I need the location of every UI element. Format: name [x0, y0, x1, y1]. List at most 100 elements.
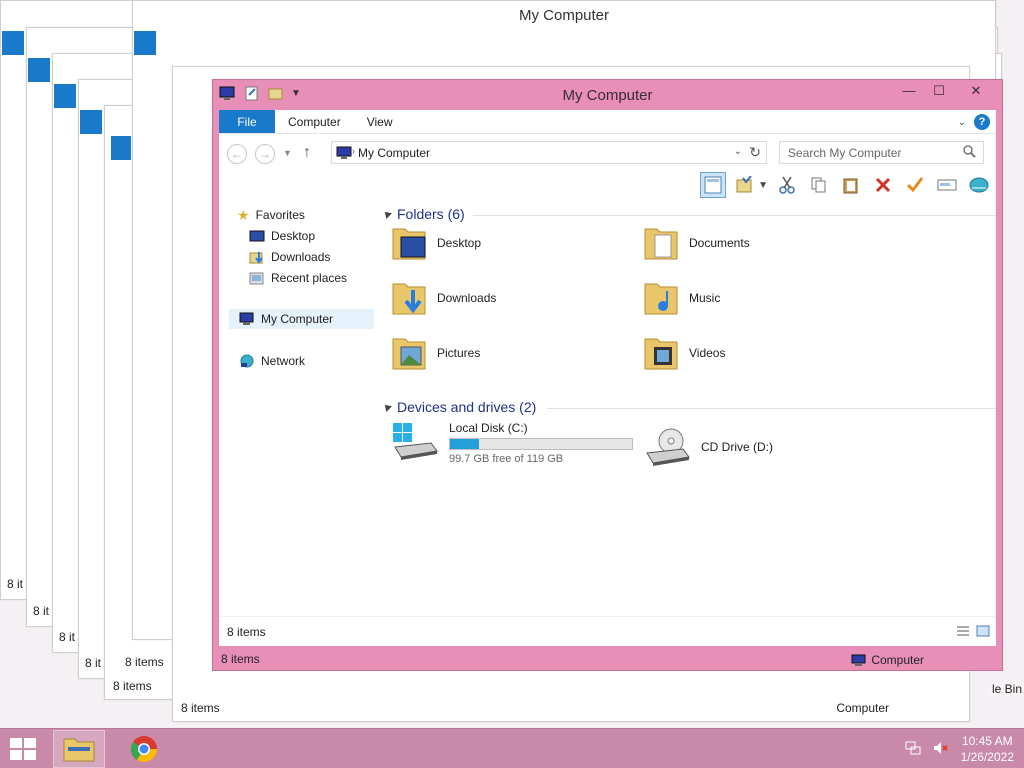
taskbar-file-explorer[interactable]	[53, 730, 105, 768]
ghost-file-tab	[80, 110, 102, 134]
address-row: ← → ▼ ↑ › My Computer ⌄ ↻ Search My Comp…	[219, 140, 996, 168]
forward-button[interactable]: →	[255, 144, 275, 164]
desktop-folder-icon	[391, 223, 427, 263]
ghost-file-tab	[2, 31, 24, 55]
local-disk-label: Local Disk (C:)	[449, 421, 528, 435]
network-icon	[239, 354, 255, 368]
folder-pictures[interactable]: Pictures	[391, 333, 480, 373]
help-button[interactable]: ?	[974, 114, 990, 130]
nav-network[interactable]: Network	[239, 351, 305, 371]
recent-locations-chevron-icon[interactable]: ▼	[283, 148, 292, 158]
nav-recent-places[interactable]: Recent places	[249, 268, 347, 288]
tab-computer[interactable]: Computer	[275, 110, 354, 133]
window-controls: — ☐ ✕	[894, 81, 998, 101]
navigation-pane: ★ Favorites Desktop Downloads Recent pla…	[229, 205, 379, 616]
nav-desktop[interactable]: Desktop	[249, 226, 315, 246]
nav-my-computer[interactable]: My Computer	[229, 309, 374, 329]
taskbar-chrome[interactable]	[118, 730, 170, 768]
status-location: Computer	[851, 653, 924, 667]
close-button[interactable]: ✕	[954, 81, 998, 101]
folder-desktop[interactable]: Desktop	[391, 223, 481, 263]
ghost-status-count: 8 items	[125, 655, 164, 669]
tab-file[interactable]: File	[219, 110, 275, 133]
back-button[interactable]: ←	[227, 144, 247, 164]
view-options-button[interactable]	[732, 172, 758, 198]
nav-favorites[interactable]: ★ Favorites	[237, 205, 305, 225]
details-view-icon[interactable]	[956, 625, 970, 640]
star-icon: ★	[237, 206, 250, 223]
status-location-label: Computer	[871, 653, 924, 667]
up-button[interactable]: ↑	[303, 144, 311, 162]
folder-documents[interactable]: Documents	[643, 223, 750, 263]
ghost-status-count-2: 8 items	[113, 679, 152, 693]
folders-group-header[interactable]: Folders (6)	[382, 206, 465, 222]
downloads-folder-icon	[391, 278, 427, 318]
copy-button[interactable]	[806, 172, 832, 198]
folder-music[interactable]: Music	[643, 278, 720, 318]
delete-button[interactable]	[870, 172, 896, 198]
nav-my-computer-label: My Computer	[261, 312, 334, 326]
tab-view[interactable]: View	[354, 110, 406, 133]
volume-muted-icon[interactable]	[933, 741, 949, 758]
windows-logo-icon	[10, 738, 36, 760]
ghost-status-count: 8 it	[59, 630, 76, 644]
nav-downloads[interactable]: Downloads	[249, 247, 330, 267]
folder-music-label: Music	[689, 291, 721, 305]
drive-local-c[interactable]: Local Disk (C:) 99.7 GB free of 119 GB	[391, 421, 633, 465]
ghost-status-count: 8 it	[33, 604, 50, 618]
collapse-triangle-icon	[382, 209, 392, 219]
cut-button[interactable]	[774, 172, 800, 198]
ghost-status-count: 8 it	[7, 577, 24, 591]
devices-group-header[interactable]: Devices and drives (2)	[382, 399, 536, 415]
address-dropdown-icon[interactable]: ⌄	[734, 146, 742, 157]
select-check-button[interactable]	[902, 172, 928, 198]
local-disk-usage-bar	[449, 438, 633, 450]
search-input[interactable]: Search My Computer	[779, 141, 984, 164]
ghost-status-count: 8 items	[181, 701, 220, 715]
view-mode-buttons	[956, 625, 990, 640]
start-button[interactable]	[8, 736, 38, 762]
expand-ribbon-chevron-icon[interactable]: ⌄	[958, 117, 966, 128]
clock-date: 1/26/2022	[960, 750, 1014, 764]
ghost-file-tab	[111, 136, 131, 160]
computer-nav-icon	[239, 312, 255, 326]
rename-button[interactable]	[934, 172, 960, 198]
large-icons-view-icon[interactable]	[976, 625, 990, 640]
address-bar[interactable]: › My Computer ⌄ ↻	[331, 141, 767, 164]
minimize-button[interactable]: —	[894, 81, 924, 101]
taskbar: 10:45 AM 1/26/2022	[0, 728, 1024, 768]
folders-divider	[473, 215, 996, 216]
view-options-chevron-icon[interactable]: ▼	[758, 180, 768, 191]
recycle-bin-label[interactable]: le Bin	[989, 682, 1024, 696]
inner-item-count: 8 items	[227, 625, 266, 639]
status-item-count: 8 items	[221, 652, 260, 666]
nav-favorites-label: Favorites	[255, 208, 305, 222]
desktop-icon	[249, 229, 265, 243]
titlebar: ▼ My Computer — ☐ ✕	[213, 80, 1002, 110]
window-title: My Computer	[562, 87, 653, 104]
maximize-button[interactable]: ☐	[924, 81, 954, 101]
file-explorer-icon	[63, 738, 95, 762]
search-placeholder: Search My Computer	[788, 146, 902, 160]
nav-downloads-label: Downloads	[271, 250, 331, 264]
folder-videos[interactable]: Videos	[643, 333, 725, 373]
videos-folder-icon	[643, 333, 679, 373]
folder-downloads[interactable]: Downloads	[391, 278, 496, 318]
content-pane: Folders (6) Desktop Documents Downloads	[379, 205, 996, 616]
clock-time: 10:45 AM	[961, 734, 1013, 748]
clock[interactable]: 10:45 AM 1/26/2022	[961, 733, 1014, 765]
drive-cd-d[interactable]: CD Drive (D:)	[643, 427, 773, 467]
ghost-status-count: 8 it	[85, 656, 102, 670]
collapse-triangle-icon	[382, 402, 392, 412]
preview-pane-button[interactable]	[700, 172, 727, 198]
inner-status-bar: 8 items	[219, 616, 996, 646]
downloads-icon	[249, 250, 265, 264]
network-tray-icon[interactable]	[905, 741, 921, 758]
local-disk-icon	[391, 421, 439, 461]
pictures-folder-icon	[391, 333, 427, 373]
address-text: My Computer	[358, 146, 431, 160]
paste-button[interactable]	[838, 172, 864, 198]
window-client: File Computer View ⌄ ? ← → ▼ ↑ › My Comp…	[219, 110, 996, 646]
refresh-icon[interactable]: ↻	[749, 144, 761, 161]
network-globe-button[interactable]	[966, 172, 992, 198]
